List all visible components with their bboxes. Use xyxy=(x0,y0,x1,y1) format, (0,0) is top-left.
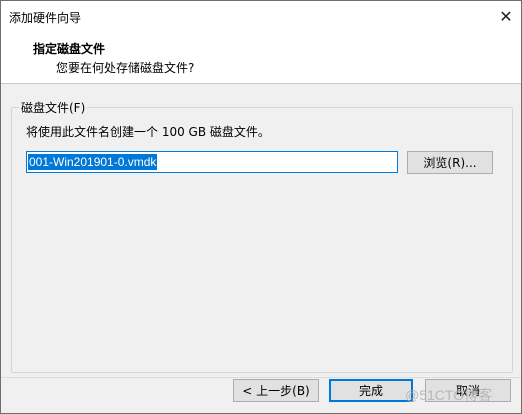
disk-file-name-selected-text: 001-Win201901-0.vmdk xyxy=(28,154,158,170)
page-subtitle: 您要在何处存储磁盘文件? xyxy=(56,61,195,75)
back-button[interactable]: < 上一步(B) xyxy=(233,379,319,402)
footer-divider xyxy=(1,377,521,378)
disk-file-groupbox xyxy=(11,107,513,373)
close-icon[interactable]: ✕ xyxy=(491,1,521,31)
window-title: 添加硬件向导 xyxy=(9,11,82,25)
wizard-header: 指定磁盘文件 您要在何处存储磁盘文件? xyxy=(1,31,521,84)
disk-file-name-input[interactable]: 001-Win201901-0.vmdk xyxy=(26,151,398,173)
browse-button[interactable]: 浏览(R)... xyxy=(407,151,493,174)
watermark: @51CTO博客 xyxy=(405,387,493,403)
disk-file-description: 将使用此文件名创建一个 100 GB 磁盘文件。 xyxy=(26,125,270,139)
finish-button[interactable]: 完成 xyxy=(329,379,413,402)
add-hardware-wizard-window: 添加硬件向导 ✕ 指定磁盘文件 您要在何处存储磁盘文件? 磁盘文件(F) 将使用… xyxy=(0,0,522,414)
title-bar: 添加硬件向导 ✕ xyxy=(1,1,521,31)
disk-file-group-label: 磁盘文件(F) xyxy=(19,99,88,116)
page-title: 指定磁盘文件 xyxy=(33,42,106,56)
